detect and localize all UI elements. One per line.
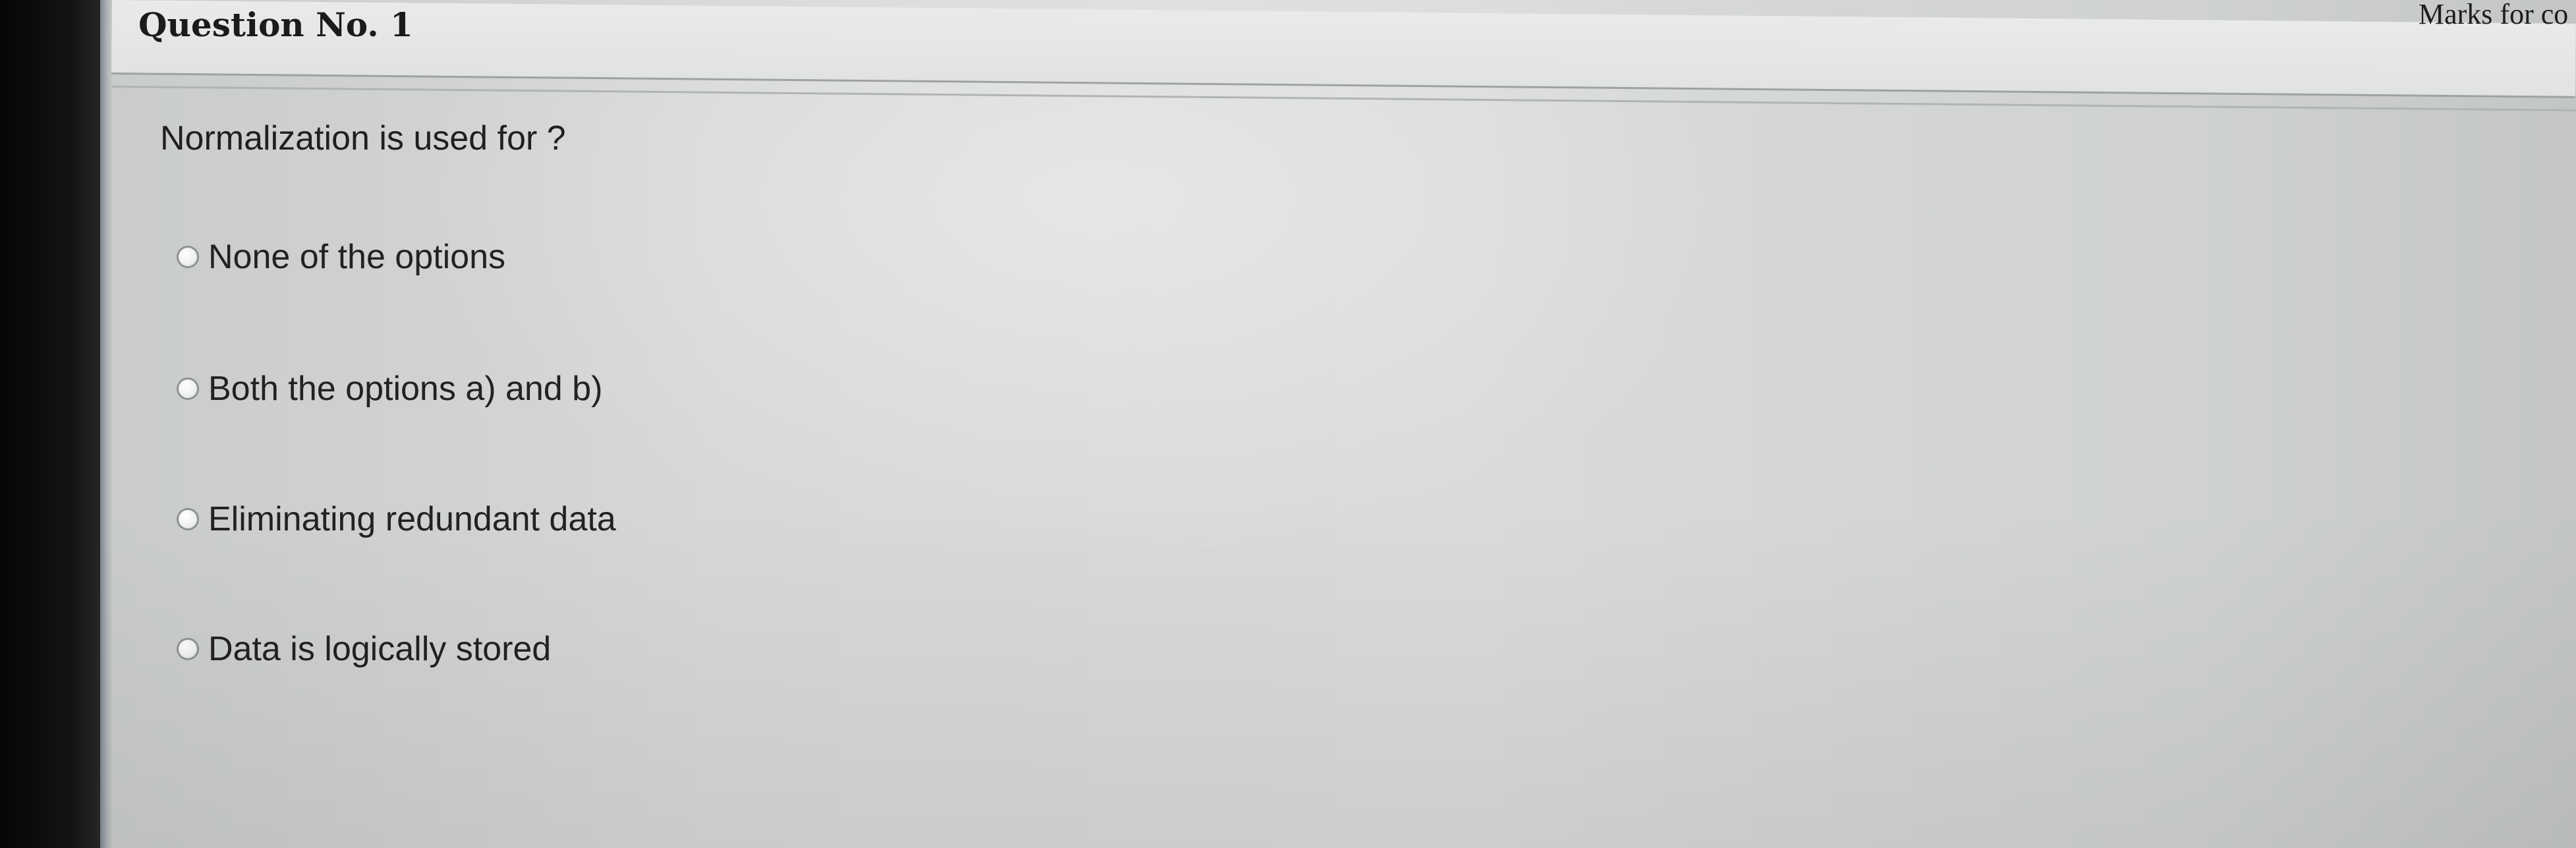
radio-button-icon[interactable] xyxy=(177,378,199,400)
marks-label: Marks for co xyxy=(2419,0,2569,30)
radio-button-icon[interactable] xyxy=(177,638,199,660)
radio-button-icon[interactable] xyxy=(177,508,199,530)
option-label: Both the options a) and b) xyxy=(208,370,603,408)
question-number-title: Question No. 1 xyxy=(138,5,413,44)
option-label: Data is logically stored xyxy=(208,630,552,668)
option-none-of-the-options[interactable]: None of the options xyxy=(177,237,505,277)
option-label: Eliminating redundant data xyxy=(208,500,616,538)
page-left-border xyxy=(100,0,112,848)
radio-button-icon[interactable] xyxy=(177,246,199,268)
screen: Question No. 1 Marks for co Normalizatio… xyxy=(0,0,2576,848)
option-label: None of the options xyxy=(208,238,505,276)
question-text: Normalization is used for ? xyxy=(160,119,566,157)
monitor-bezel xyxy=(0,0,105,848)
option-data-logically-stored[interactable]: Data is logically stored xyxy=(177,629,551,669)
option-both-a-and-b[interactable]: Both the options a) and b) xyxy=(177,369,602,409)
option-eliminating-redundant-data[interactable]: Eliminating redundant data xyxy=(177,499,616,539)
